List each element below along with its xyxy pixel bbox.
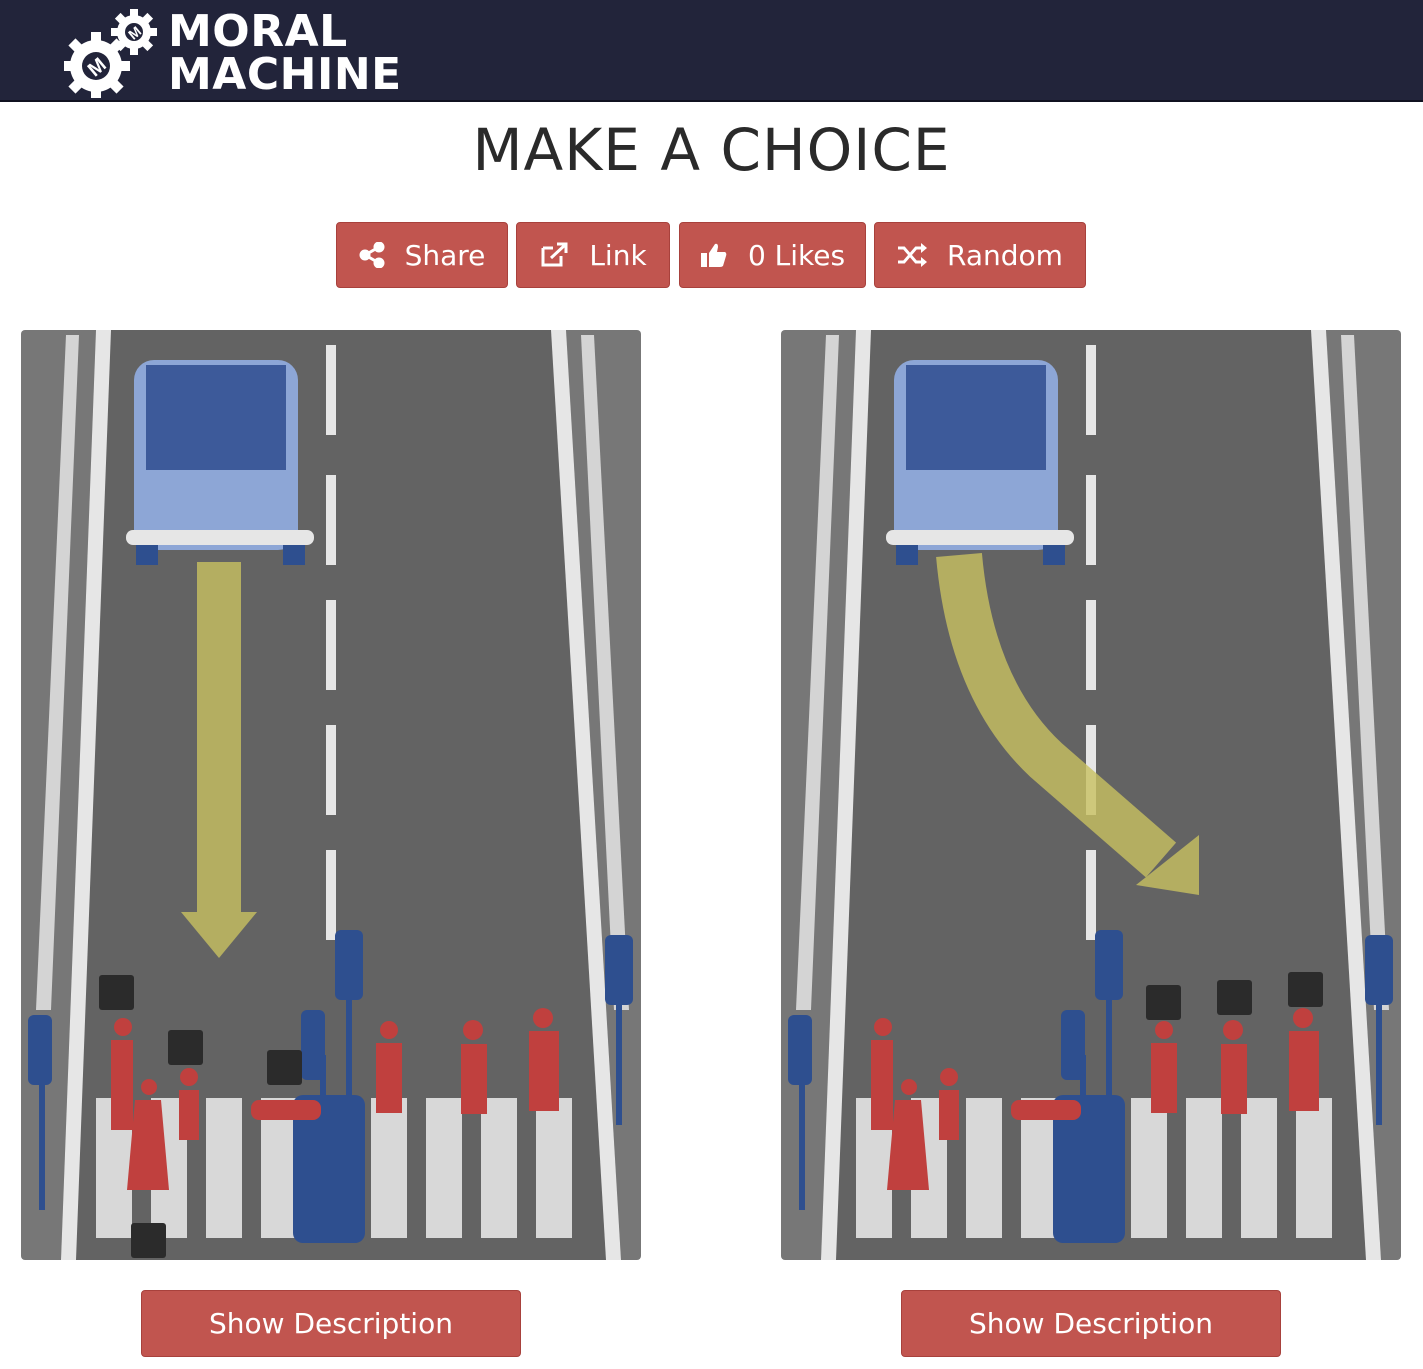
lane-divider <box>1086 345 1096 940</box>
car-icon <box>886 360 1074 565</box>
page-title: MAKE A CHOICE <box>472 116 951 184</box>
random-label: Random <box>947 238 1063 272</box>
logo-wordmark: MORAL MACHINE <box>168 6 402 100</box>
scenario-right[interactable] <box>781 330 1401 1260</box>
link-label: Link <box>589 238 647 272</box>
shuffle-icon <box>898 243 928 267</box>
external-link-icon <box>541 242 568 267</box>
logo-line-1: MORAL <box>168 6 348 57</box>
moral-machine-logo[interactable]: M M MORAL MACHINE <box>64 6 414 98</box>
share-label: Share <box>404 238 486 272</box>
show-description-right-button[interactable]: Show Description <box>901 1290 1281 1357</box>
logo-line-2: MACHINE <box>168 49 402 100</box>
scenario-left[interactable] <box>21 330 641 1260</box>
lane-divider <box>326 345 336 940</box>
top-bar: M M MORAL MACHINE <box>0 0 1423 102</box>
car-icon <box>126 360 314 565</box>
likes-button[interactable]: 0 Likes <box>679 222 866 288</box>
gears-m-logo-icon: M M <box>64 9 157 98</box>
scenario-right-illustration <box>781 330 1401 1260</box>
share-icon <box>359 242 385 268</box>
likes-label: 0 Likes <box>747 238 846 272</box>
show-description-left-button[interactable]: Show Description <box>141 1290 521 1357</box>
scenario-left-illustration <box>21 330 641 1260</box>
random-button[interactable]: Random <box>874 222 1086 288</box>
share-button[interactable]: Share <box>336 222 508 288</box>
thumbs-up-icon <box>700 243 727 267</box>
link-button[interactable]: Link <box>516 222 670 288</box>
